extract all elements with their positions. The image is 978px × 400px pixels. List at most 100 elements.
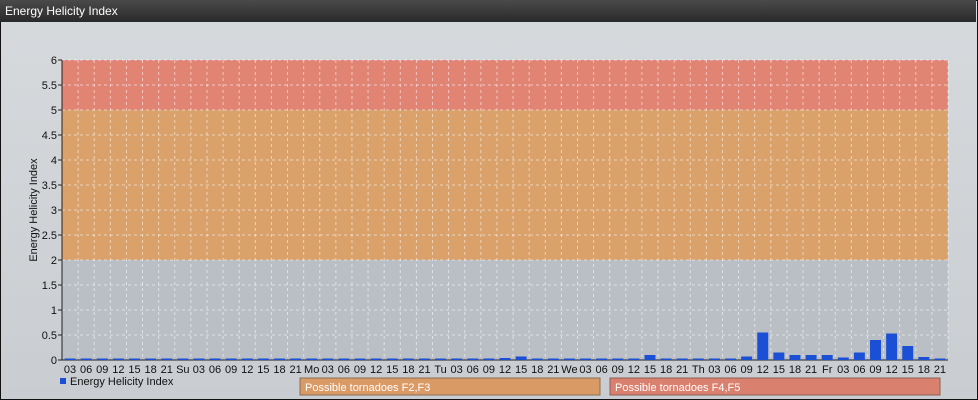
x-tick-label: 15 <box>644 364 656 376</box>
x-tick-label: 21 <box>547 364 559 376</box>
x-tick-label: 15 <box>902 364 914 376</box>
bar <box>805 355 817 360</box>
bar <box>660 358 672 360</box>
x-tick-label: 18 <box>789 364 801 376</box>
x-tick-label: 12 <box>757 364 769 376</box>
bar <box>290 358 302 360</box>
x-tick-label: Fr <box>822 364 833 376</box>
bar <box>96 358 108 360</box>
bar <box>725 358 737 360</box>
legend-label: Energy Helicity Index <box>70 376 174 388</box>
x-tick-label: 03 <box>708 364 720 376</box>
bar <box>853 352 865 360</box>
bar <box>80 358 92 360</box>
y-tick-label: 6 <box>51 55 57 67</box>
bar <box>773 352 785 360</box>
x-tick-label: 15 <box>515 364 527 376</box>
x-tick-label: 06 <box>724 364 736 376</box>
bar <box>837 357 849 360</box>
bar <box>741 356 753 360</box>
x-tick-label: 06 <box>80 364 92 376</box>
x-tick-label: 09 <box>225 364 237 376</box>
y-tick-label: 4 <box>51 155 57 167</box>
x-tick-label: 18 <box>531 364 543 376</box>
y-tick-label: 3.5 <box>42 180 57 192</box>
x-tick-label: 06 <box>209 364 221 376</box>
bar <box>708 358 720 360</box>
annotation-f4f5-label: Possible tornadoes F4,F5 <box>615 382 740 394</box>
bar <box>467 358 479 360</box>
bar <box>531 358 543 360</box>
bar <box>934 358 946 360</box>
bar <box>499 358 511 360</box>
y-tick-label: 1 <box>51 305 57 317</box>
bar <box>257 358 269 360</box>
x-tick-label: 03 <box>579 364 591 376</box>
y-tick-label: 5.5 <box>42 80 57 92</box>
bar <box>435 358 447 360</box>
bar <box>483 358 495 360</box>
x-tick-label: 03 <box>322 364 334 376</box>
x-tick-label: 09 <box>869 364 881 376</box>
y-axis-label: Energy Helicity Index <box>28 158 40 262</box>
y-tick-label: 2 <box>51 255 57 267</box>
x-tick-label: 03 <box>451 364 463 376</box>
bar <box>209 358 221 360</box>
annotation-f2f3-label: Possible tornadoes F2,F3 <box>305 382 430 394</box>
x-tick-label: 15 <box>257 364 269 376</box>
bar <box>306 358 318 360</box>
x-tick-label: 12 <box>499 364 511 376</box>
bar <box>515 356 527 360</box>
bar <box>386 358 398 360</box>
bar <box>692 358 704 360</box>
x-tick-label: 21 <box>161 364 173 376</box>
bar <box>177 358 189 360</box>
bar <box>241 358 253 360</box>
bar <box>402 358 414 360</box>
x-tick-label: Th <box>692 364 705 376</box>
x-tick-label: 09 <box>96 364 108 376</box>
x-tick-label: 18 <box>660 364 672 376</box>
bar <box>596 358 608 360</box>
y-tick-label: 3 <box>51 205 57 217</box>
x-tick-label: 12 <box>241 364 253 376</box>
x-tick-label: 09 <box>483 364 495 376</box>
y-tick-label: 0.5 <box>42 330 57 342</box>
x-tick-label: 15 <box>773 364 785 376</box>
bar <box>451 358 463 360</box>
x-tick-label: 06 <box>596 364 608 376</box>
bar <box>563 358 575 360</box>
bar <box>129 358 140 360</box>
y-tick-label: 1.5 <box>42 280 57 292</box>
bar <box>676 358 688 360</box>
x-tick-label: 09 <box>354 364 366 376</box>
x-tick-label: 06 <box>338 364 350 376</box>
x-tick-label: 12 <box>370 364 382 376</box>
x-tick-label: 21 <box>805 364 817 376</box>
x-tick-label: 21 <box>289 364 301 376</box>
bar <box>789 355 801 360</box>
x-tick-label: 06 <box>467 364 479 376</box>
bar <box>547 358 559 360</box>
x-tick-label: Su <box>176 364 189 376</box>
bar <box>644 355 656 360</box>
y-tick-label: 4.5 <box>42 130 57 142</box>
bar <box>193 358 205 360</box>
x-tick-label: 03 <box>64 364 76 376</box>
bar <box>870 340 881 360</box>
x-tick-label: 18 <box>144 364 156 376</box>
bar <box>580 358 592 360</box>
x-tick-label: 12 <box>628 364 640 376</box>
bar <box>273 358 285 360</box>
x-tick-label: 15 <box>386 364 398 376</box>
x-tick-label: 21 <box>676 364 688 376</box>
x-tick-label: 18 <box>402 364 414 376</box>
bar <box>612 358 624 360</box>
x-tick-label: 18 <box>273 364 285 376</box>
y-tick-label: 0 <box>51 355 57 367</box>
x-tick-label: 12 <box>885 364 897 376</box>
ehi-chart: 0 0.5 1 1.5 2 2.5 3 3.5 4 4.5 5 5.5 6 Energy Helicit… <box>28 55 949 396</box>
bar <box>338 358 350 360</box>
x-tick-label: 09 <box>612 364 624 376</box>
y-tick-label: 5 <box>51 105 57 117</box>
